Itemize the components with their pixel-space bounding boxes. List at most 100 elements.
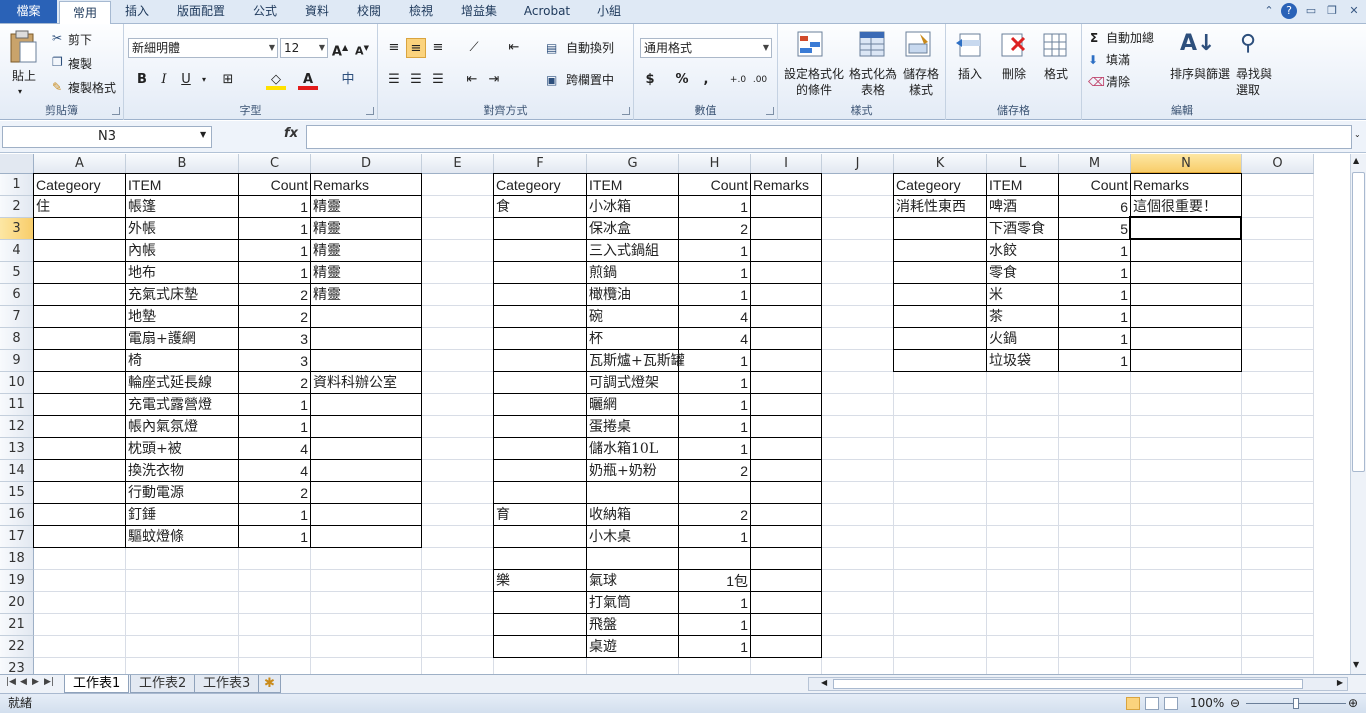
food-table-cell[interactable]: 食	[494, 196, 586, 218]
name-box-dropdown-icon[interactable]: ▼	[200, 130, 206, 139]
consumable-table-cell[interactable]: 5	[1059, 218, 1130, 240]
tab-file[interactable]: 檔案	[0, 0, 57, 23]
page-break-view-icon[interactable]	[1164, 697, 1178, 710]
consumable-table-cell[interactable]: 1	[1059, 350, 1130, 372]
percent-button[interactable]: %	[672, 70, 692, 90]
food-table-cell[interactable]: 1	[679, 284, 750, 306]
merge-center-button[interactable]: 跨欄置中	[566, 72, 614, 88]
food-table-cell[interactable]: 1	[679, 394, 750, 416]
minimize-ribbon-icon[interactable]: ⌃	[1261, 3, 1277, 19]
food-table-cell[interactable]: 儲水箱10L	[587, 438, 678, 460]
food-table-cell[interactable]: 2	[679, 460, 750, 482]
consumable-table-cell[interactable]: 啤酒	[987, 196, 1058, 218]
camp-table-cell[interactable]: 精靈	[311, 284, 421, 306]
camp-table-cell[interactable]: 1	[239, 196, 310, 218]
consumable-table-header-cell[interactable]: Remarks	[1131, 174, 1241, 196]
tab-acrobat[interactable]: Acrobat	[514, 0, 580, 24]
merge-center-icon[interactable]: ▣	[546, 72, 557, 88]
sheet-tab-3[interactable]: 工作表3	[194, 675, 260, 693]
consumable-table-cell[interactable]: 1	[1059, 240, 1130, 262]
camp-table-cell[interactable]: 精靈	[311, 196, 421, 218]
zoom-level[interactable]: 100%	[1190, 694, 1224, 713]
last-sheet-icon[interactable]: ▶|	[44, 677, 54, 687]
camp-table-cell[interactable]: 1	[239, 394, 310, 416]
tab-view[interactable]: 檢視	[398, 0, 444, 24]
column-header-e[interactable]: E	[422, 154, 494, 174]
format-as-table-button[interactable]: 格式化為表格	[846, 66, 900, 98]
consumable-table-cell[interactable]: 1	[1059, 328, 1130, 350]
food-table-cell[interactable]: 2	[679, 504, 750, 526]
delete-cells-icon[interactable]	[998, 30, 1028, 60]
food-table-cell[interactable]: 1	[679, 614, 750, 636]
font-color-icon[interactable]: A	[298, 70, 318, 90]
underline-button[interactable]: U	[176, 70, 196, 90]
food-table-cell[interactable]: 橄欖油	[587, 284, 678, 306]
column-header-a[interactable]: A	[34, 154, 126, 174]
font-launcher-icon[interactable]	[366, 107, 374, 115]
help-icon[interactable]: ?	[1281, 3, 1297, 19]
row-header-19[interactable]: 19	[0, 570, 34, 592]
zoom-in-icon[interactable]: ⊕	[1348, 694, 1358, 713]
row-header-11[interactable]: 11	[0, 394, 34, 416]
number-launcher-icon[interactable]	[766, 107, 774, 115]
sort-filter-icon[interactable]: A↓	[1180, 30, 1215, 58]
column-header-n[interactable]: N	[1131, 154, 1242, 174]
select-all-corner[interactable]	[0, 154, 34, 174]
food-table-cell[interactable]: 氣球	[587, 570, 678, 592]
camp-table-cell[interactable]: 4	[239, 438, 310, 460]
food-table-cell[interactable]: 1	[679, 196, 750, 218]
camp-table-cell[interactable]: 驅蚊燈條	[126, 526, 238, 548]
camp-table-cell[interactable]: 3	[239, 328, 310, 350]
food-table-cell[interactable]: 煎鍋	[587, 262, 678, 284]
consumable-table-cell[interactable]: 水餃	[987, 240, 1058, 262]
camp-table-cell[interactable]: 精靈	[311, 262, 421, 284]
consumable-table-cell[interactable]: 垃圾袋	[987, 350, 1058, 372]
camp-table-cell[interactable]: 精靈	[311, 218, 421, 240]
food-table-header-cell[interactable]: Count	[679, 174, 750, 196]
food-table-cell[interactable]: 保冰盒	[587, 218, 678, 240]
camp-table-cell[interactable]: 精靈	[311, 240, 421, 262]
paste-icon[interactable]	[8, 30, 38, 64]
camp-table-cell[interactable]: 1	[239, 526, 310, 548]
column-header-b[interactable]: B	[126, 154, 239, 174]
row-header-6[interactable]: 6	[0, 284, 34, 306]
food-table-cell[interactable]: 1	[679, 372, 750, 394]
tab-review[interactable]: 校閱	[346, 0, 392, 24]
food-table-cell[interactable]: 奶瓶+奶粉	[587, 460, 678, 482]
binoculars-icon[interactable]: ⚲	[1240, 30, 1256, 58]
currency-button[interactable]: $	[640, 70, 660, 90]
food-table-header-cell[interactable]: Categeory	[494, 174, 586, 196]
grow-font-icon[interactable]: A▲	[330, 38, 350, 59]
camp-table-cell[interactable]: 充電式露營燈	[126, 394, 238, 416]
food-table-cell[interactable]: 飛盤	[587, 614, 678, 636]
paste-button[interactable]: 貼上	[12, 68, 36, 84]
autosum-icon[interactable]: Σ	[1090, 30, 1098, 46]
scissors-icon[interactable]: ✂	[52, 30, 62, 46]
increase-decimal-icon[interactable]: +.0	[728, 70, 748, 90]
row-header-7[interactable]: 7	[0, 306, 34, 328]
food-table-cell[interactable]: 曬網	[587, 394, 678, 416]
camp-table-cell[interactable]: 行動電源	[126, 482, 238, 504]
find-select-button[interactable]: 尋找與選取	[1236, 66, 1274, 98]
row-header-5[interactable]: 5	[0, 262, 34, 284]
food-table-cell[interactable]: 瓦斯爐+瓦斯罐	[587, 350, 685, 372]
sort-filter-button[interactable]: 排序與篩選	[1170, 66, 1230, 82]
comma-button[interactable]: ,	[696, 70, 716, 90]
row-header-20[interactable]: 20	[0, 592, 34, 614]
camp-table-header-cell[interactable]: Remarks	[311, 174, 421, 196]
food-table-cell[interactable]: 桌遊	[587, 636, 678, 658]
column-header-o[interactable]: O	[1242, 154, 1314, 174]
border-icon[interactable]: ⊞	[218, 70, 238, 90]
row-header-2[interactable]: 2	[0, 196, 34, 218]
column-header-j[interactable]: J	[822, 154, 894, 174]
column-header-f[interactable]: F	[494, 154, 587, 174]
scroll-right-icon[interactable]: ▶	[1337, 678, 1343, 687]
food-table-cell[interactable]: 1	[679, 240, 750, 262]
sheet-tab-2[interactable]: 工作表2	[130, 675, 196, 693]
camp-table-cell[interactable]: 帳篷	[126, 196, 238, 218]
food-table-cell[interactable]: 1	[679, 438, 750, 460]
row-header-3[interactable]: 3	[0, 218, 34, 240]
row-header-9[interactable]: 9	[0, 350, 34, 372]
camp-table-cell[interactable]: 輪座式延長線	[126, 372, 238, 394]
fill-button[interactable]: 填滿	[1106, 52, 1130, 68]
